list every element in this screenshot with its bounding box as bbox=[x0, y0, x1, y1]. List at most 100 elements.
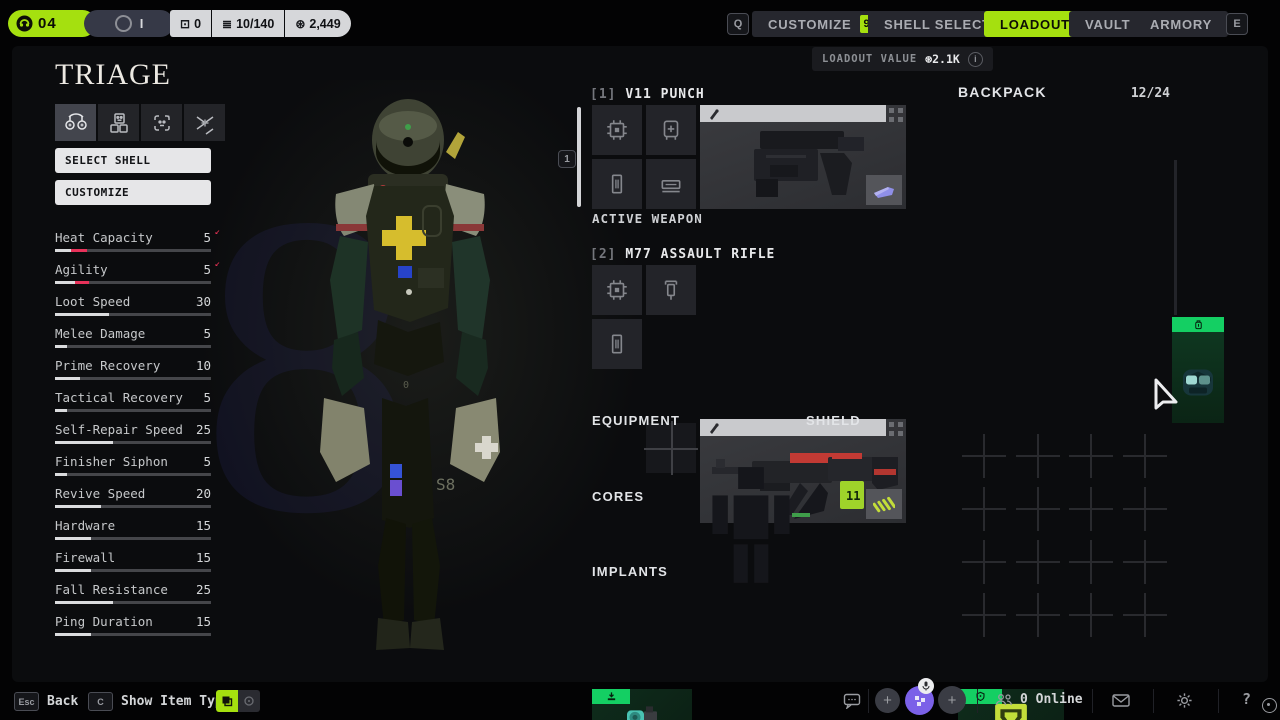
item-type-toggle[interactable] bbox=[216, 690, 260, 712]
secondary-magazine-slot[interactable] bbox=[592, 319, 642, 369]
weapon-preview-header bbox=[700, 105, 886, 122]
secondary-sight-slot[interactable] bbox=[646, 265, 696, 315]
cores-label: CORES bbox=[592, 489, 645, 504]
tab-shell-inventory[interactable] bbox=[98, 104, 139, 141]
svg-text:0: 0 bbox=[403, 380, 409, 391]
tab-shell-loadout[interactable] bbox=[55, 104, 96, 141]
light-ammo-badge bbox=[866, 175, 902, 205]
weapon-list-scrollbar[interactable] bbox=[577, 107, 581, 207]
help-icon[interactable]: ? bbox=[1242, 690, 1251, 708]
stat-prime-recovery: Prime Recovery 10 bbox=[55, 356, 211, 388]
tab-shell-emotes[interactable] bbox=[141, 104, 182, 141]
secondary-chip-slot[interactable] bbox=[592, 265, 642, 315]
add-friend-slot-2[interactable]: + bbox=[938, 686, 966, 714]
shell-tab-bar bbox=[55, 104, 225, 141]
stat-ping-duration: Ping Duration 15 bbox=[55, 612, 211, 644]
secondary-shell-pill[interactable]: I bbox=[84, 10, 174, 37]
locked-slot-marker bbox=[1016, 434, 1060, 478]
locked-slot-marker bbox=[1069, 487, 1113, 531]
primary-magazine-slot[interactable] bbox=[592, 159, 642, 209]
chat-icon[interactable] bbox=[843, 693, 861, 709]
chip-icon bbox=[607, 280, 627, 300]
mail-icon[interactable] bbox=[1112, 694, 1130, 707]
stat-hardware: Hardware 15 bbox=[55, 516, 211, 548]
gear-humanoid-silhouette bbox=[712, 467, 790, 583]
item-rarity-off-icon bbox=[238, 690, 260, 712]
key-hint-prev-tab: Q bbox=[727, 13, 749, 35]
customize-button[interactable]: CUSTOMIZE bbox=[55, 180, 211, 205]
medium-ammo-icon bbox=[873, 496, 895, 513]
equipment-label: EQUIPMENT bbox=[592, 413, 681, 428]
backpack-tag bbox=[1172, 317, 1224, 332]
locked-slot-marker bbox=[1123, 434, 1167, 478]
stat-melee-damage: Melee Damage 5 bbox=[55, 324, 211, 356]
shell-number: 04 bbox=[38, 15, 57, 32]
online-count: 0 Online bbox=[1020, 692, 1083, 707]
locked-slot-marker bbox=[962, 487, 1006, 531]
implants-label: IMPLANTS bbox=[592, 564, 669, 579]
divider bbox=[1092, 689, 1093, 713]
divider bbox=[1153, 689, 1154, 713]
stat-revive-speed: Revive Speed 20 bbox=[55, 484, 211, 516]
svg-text:S8: S8 bbox=[436, 475, 455, 494]
locked-slot-marker bbox=[1123, 487, 1167, 531]
show-item-type-control[interactable]: C Show Item Type bbox=[88, 692, 231, 711]
bottom-bar: Esc Back C Show Item Type + + 0 Online ? bbox=[0, 678, 1280, 720]
layers-icon bbox=[222, 696, 233, 707]
add-friend-slot-1[interactable]: + bbox=[875, 688, 900, 713]
select-shell-button[interactable]: SELECT SHELL bbox=[55, 148, 211, 173]
shell-loadout-icon bbox=[64, 112, 87, 130]
inventory-blocks-icon bbox=[109, 112, 128, 133]
primary-chip-slot[interactable] bbox=[592, 105, 642, 155]
magazine-icon bbox=[611, 174, 623, 194]
online-status[interactable]: 0 Online bbox=[995, 692, 1083, 707]
stat-decrease-icon: ↙ bbox=[214, 227, 220, 237]
stat-loot-speed: Loot Speed 30 bbox=[55, 292, 211, 324]
info-icon[interactable]: i bbox=[967, 51, 983, 67]
loadout-value-amount: ⊛2.1K bbox=[925, 52, 960, 66]
dismantle-icon bbox=[196, 115, 213, 135]
rarity-icon bbox=[244, 696, 254, 706]
people-icon bbox=[995, 693, 1012, 705]
weight-count: ≣ 10/140 bbox=[211, 10, 284, 37]
divider bbox=[977, 689, 978, 713]
locked-slot-marker bbox=[1069, 434, 1113, 478]
locked-slot-marker bbox=[1123, 593, 1167, 637]
backpack-count: 12/24 bbox=[1130, 86, 1170, 101]
backpack-scroll-track[interactable] bbox=[1174, 160, 1177, 315]
stat-finisher-siphon: Finisher Siphon 5 bbox=[55, 452, 211, 484]
tab-shell-dismantle[interactable] bbox=[184, 104, 225, 141]
medium-ammo-badge bbox=[866, 489, 902, 519]
key-hint-next-tab: E bbox=[1226, 13, 1248, 35]
backpack-icon bbox=[1194, 320, 1202, 330]
stat-tactical-recovery: Tactical Recovery 5 bbox=[55, 388, 211, 420]
slot-icon: ⊡ bbox=[180, 16, 191, 31]
chip-icon bbox=[607, 120, 627, 140]
tab-armory[interactable]: ARMORY bbox=[1134, 11, 1229, 37]
credits-icon: ⊛ bbox=[295, 16, 306, 31]
light-ammo-icon bbox=[874, 187, 894, 198]
secondary-empty-mod-slot[interactable] bbox=[644, 421, 698, 475]
microphone-icon bbox=[922, 681, 930, 691]
emote-face-icon bbox=[153, 114, 170, 131]
locked-slot-marker bbox=[962, 540, 1006, 584]
loadout-screen: 8 04 I ⊡ 0 ≣ 10/140 ⊛ 2,449 Q CUSTOMIZE … bbox=[0, 0, 1280, 720]
grid-view-icon[interactable] bbox=[889, 108, 903, 122]
shell-stats-list: Heat Capacity 5 ↙ Agility 5 ↙ Loot Speed… bbox=[55, 227, 220, 648]
primary-extended-mag-slot[interactable] bbox=[646, 159, 696, 209]
divider bbox=[1218, 689, 1219, 713]
locked-slot-marker bbox=[962, 593, 1006, 637]
weight-value: 10/140 bbox=[236, 16, 275, 31]
stat-agility: Agility 5 ↙ bbox=[55, 259, 220, 292]
stat-self-repair-speed: Self-Repair Speed 25 bbox=[55, 420, 211, 452]
bullet-icon bbox=[710, 108, 719, 120]
primary-weapon-preview[interactable] bbox=[700, 105, 906, 209]
settings-gear-icon[interactable] bbox=[1176, 692, 1193, 709]
slot-count-value: 0 bbox=[194, 16, 202, 31]
pistol-render bbox=[754, 131, 864, 197]
shell-number-pill[interactable]: 04 bbox=[8, 10, 96, 37]
back-control[interactable]: Esc Back bbox=[14, 692, 78, 711]
primary-stock-slot[interactable] bbox=[646, 105, 696, 155]
character-viewport[interactable]: S8 0 bbox=[290, 96, 530, 662]
stat-fall-resistance: Fall Resistance 25 bbox=[55, 580, 211, 612]
